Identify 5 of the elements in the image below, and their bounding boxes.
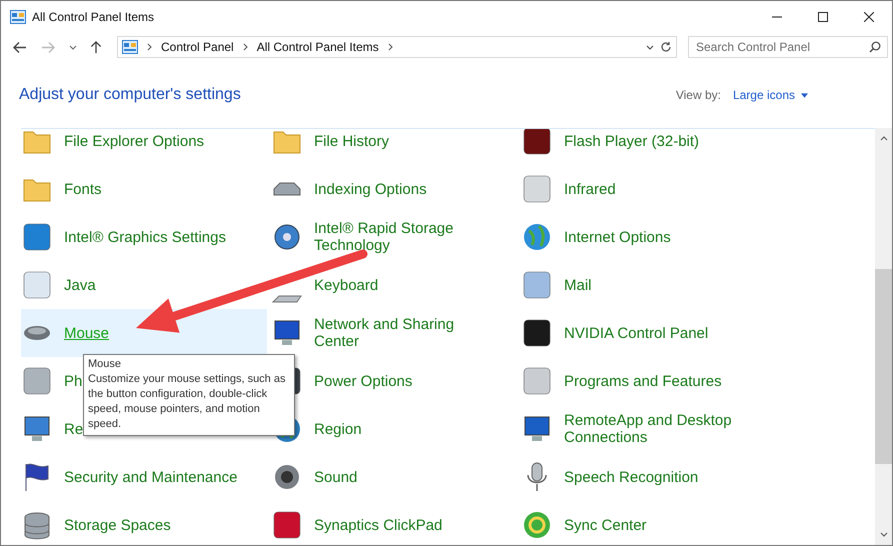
tooltip-text: Customize your mouse settings, such as the button configuration, double-click speed, mouse pointers, and motion speed. [88, 372, 286, 432]
page-heading: Adjust your computer's settings [19, 86, 241, 104]
window-title: All Control Panel Items [32, 10, 154, 24]
tooltip-title: Mouse [88, 357, 122, 372]
view-by-label: View by: [676, 88, 721, 102]
